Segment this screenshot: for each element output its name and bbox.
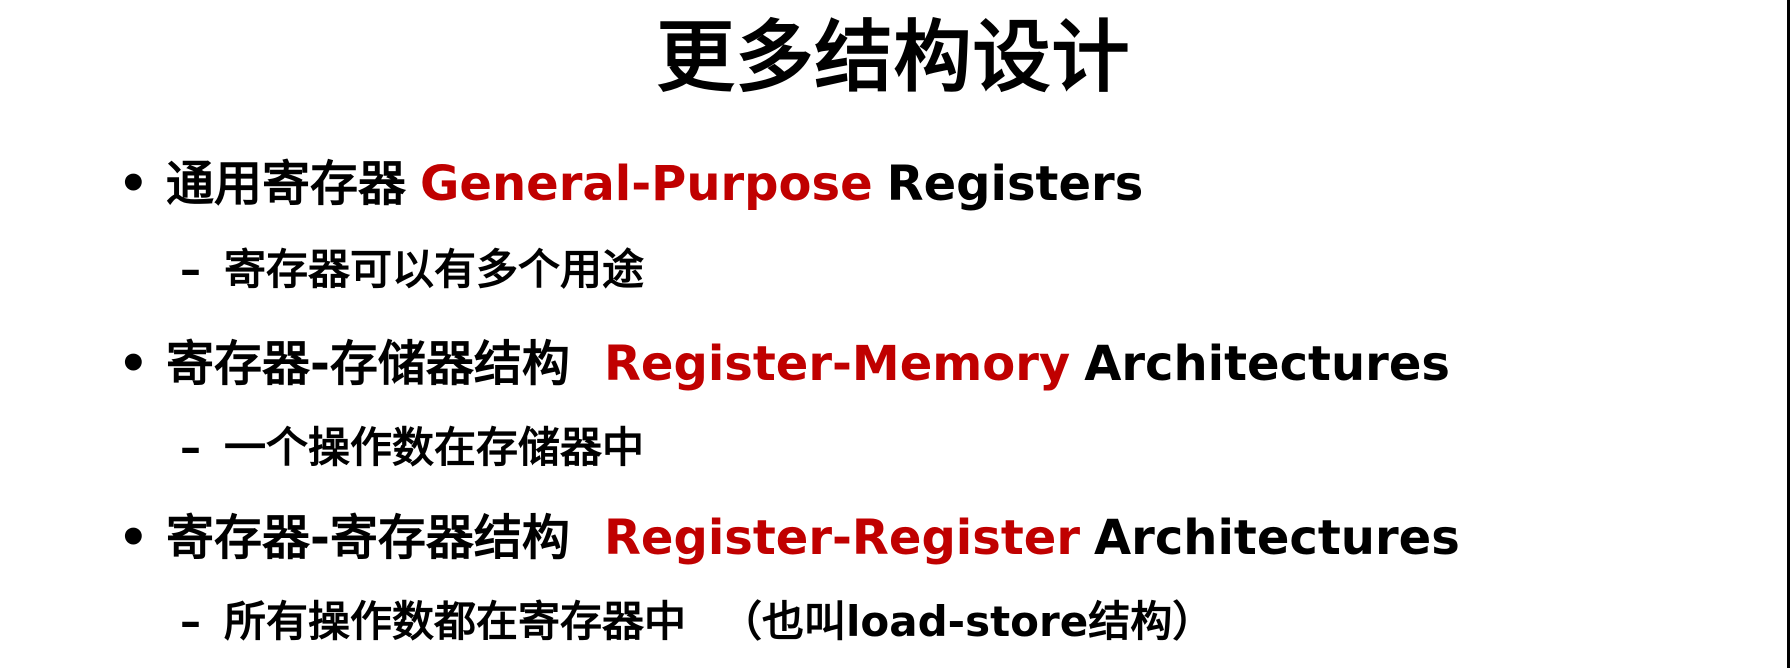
sub-marker: –: [180, 423, 201, 472]
bullet-chinese-text: 通用寄存器: [166, 156, 407, 212]
sub-item-text: 所有操作数都在寄存器中: [224, 597, 687, 646]
sub-marker: –: [180, 245, 201, 294]
bullet-english-highlight: Register-Memory: [603, 336, 1071, 392]
bullet-item-register-memory: • 寄存器-存储器结构 Register-Memory Architectures: [118, 332, 1450, 396]
sub-item-text: 一个操作数在存储器中: [224, 423, 645, 472]
bullet-marker: •: [118, 156, 149, 212]
sub-item-note: （也叫load-store结构）: [720, 597, 1215, 646]
sub-item-general-purpose: – 寄存器可以有多个用途: [180, 242, 644, 298]
bullet-english-highlight: Register-Register: [603, 510, 1080, 566]
bullet-chinese-text: 寄存器-存储器结构: [166, 336, 570, 392]
bullet-english-text: Architectures: [1094, 510, 1460, 566]
bullet-marker: •: [118, 510, 149, 566]
sub-marker: –: [180, 597, 201, 646]
sub-item-register-memory: – 一个操作数在存储器中: [180, 420, 644, 476]
bullet-english-highlight: General-Purpose: [420, 156, 873, 212]
sub-item-text: 寄存器可以有多个用途: [224, 245, 645, 294]
bullet-english-text: Registers: [886, 156, 1144, 212]
bullet-chinese-text: 寄存器-寄存器结构: [166, 510, 570, 566]
slide-title: 更多结构设计: [656, 13, 1131, 103]
bullet-item-register-register: • 寄存器-寄存器结构 Register-Register Architectures: [118, 506, 1460, 570]
sub-item-register-register: – 所有操作数都在寄存器中 （也叫load-store结构）: [180, 594, 1214, 650]
bullet-marker: •: [118, 336, 149, 392]
bullet-item-general-purpose-registers: • 通用寄存器 General-Purpose Registers: [118, 152, 1143, 216]
bullet-english-text: Architectures: [1084, 336, 1450, 392]
